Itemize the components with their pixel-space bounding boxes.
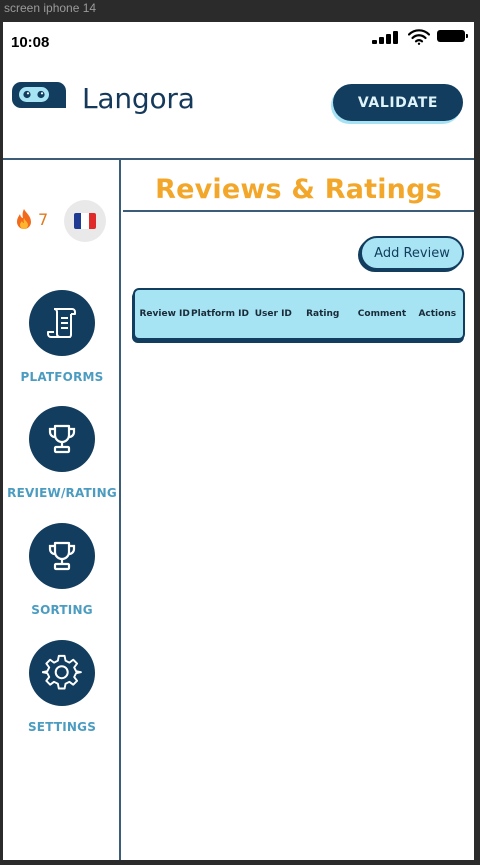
nav-label-settings: SETTINGS [27,720,97,734]
frame-label: screen iphone 14 [4,1,97,15]
title-divider [123,210,474,212]
trophy-icon [48,541,76,571]
main-content: Reviews & Ratings Add Review Review ID P… [123,160,474,860]
nav-label-platforms: PLATFORMS [20,370,104,384]
nav-platforms-circle[interactable] [29,290,95,356]
france-flag-icon [74,213,96,229]
status-bar: 10:08 [3,22,474,64]
nav-label-review-rating: REVIEW/RATING [7,486,117,500]
status-time: 10:08 [11,34,50,51]
nav-review-rating-circle[interactable] [29,406,95,472]
language-selector[interactable] [64,200,106,242]
nav-item-platforms[interactable]: PLATFORMS [3,290,121,384]
brand-name: Langora [82,82,195,115]
nav-item-settings[interactable]: SETTINGS [3,640,121,734]
column-header-actions[interactable]: Actions [416,309,459,319]
cellular-signal-icon [372,31,400,44]
column-header-rating[interactable]: Rating [297,309,348,319]
robot-logo-icon [12,82,66,108]
sidebar: 7 PLATFORMS REVIEW/RATING SORTING SETTIN… [3,160,121,860]
nav-sorting-circle[interactable] [29,523,95,589]
app-header: Langora VALIDATE [3,64,474,160]
column-header-review-id[interactable]: Review ID [139,309,190,319]
gear-icon [42,654,82,690]
page-title: Reviews & Ratings [155,174,442,205]
column-header-platform-id[interactable]: Platform ID [190,309,249,319]
phone-screen: 10:08 Langora VALIDATE 7 PLATFORMS REVIE… [3,22,474,860]
trophy-icon [48,424,76,454]
battery-icon [437,30,469,42]
nav-item-review-rating[interactable]: REVIEW/RATING [3,406,121,500]
streak-count: 7 [38,209,49,229]
nav-label-sorting: SORTING [31,603,93,617]
fire-icon [17,209,31,229]
validate-button[interactable]: VALIDATE [333,84,463,121]
reviews-table-header: Review ID Platform ID User ID Rating Com… [133,288,465,340]
streak-counter: 7 [15,208,48,230]
column-header-user-id[interactable]: User ID [250,309,297,319]
wifi-icon [408,29,430,45]
nav-item-sorting[interactable]: SORTING [3,523,121,617]
scroll-icon [47,308,76,338]
column-header-comment[interactable]: Comment [348,309,415,319]
add-review-button[interactable]: Add Review [360,236,464,270]
nav-settings-circle[interactable] [29,640,95,706]
